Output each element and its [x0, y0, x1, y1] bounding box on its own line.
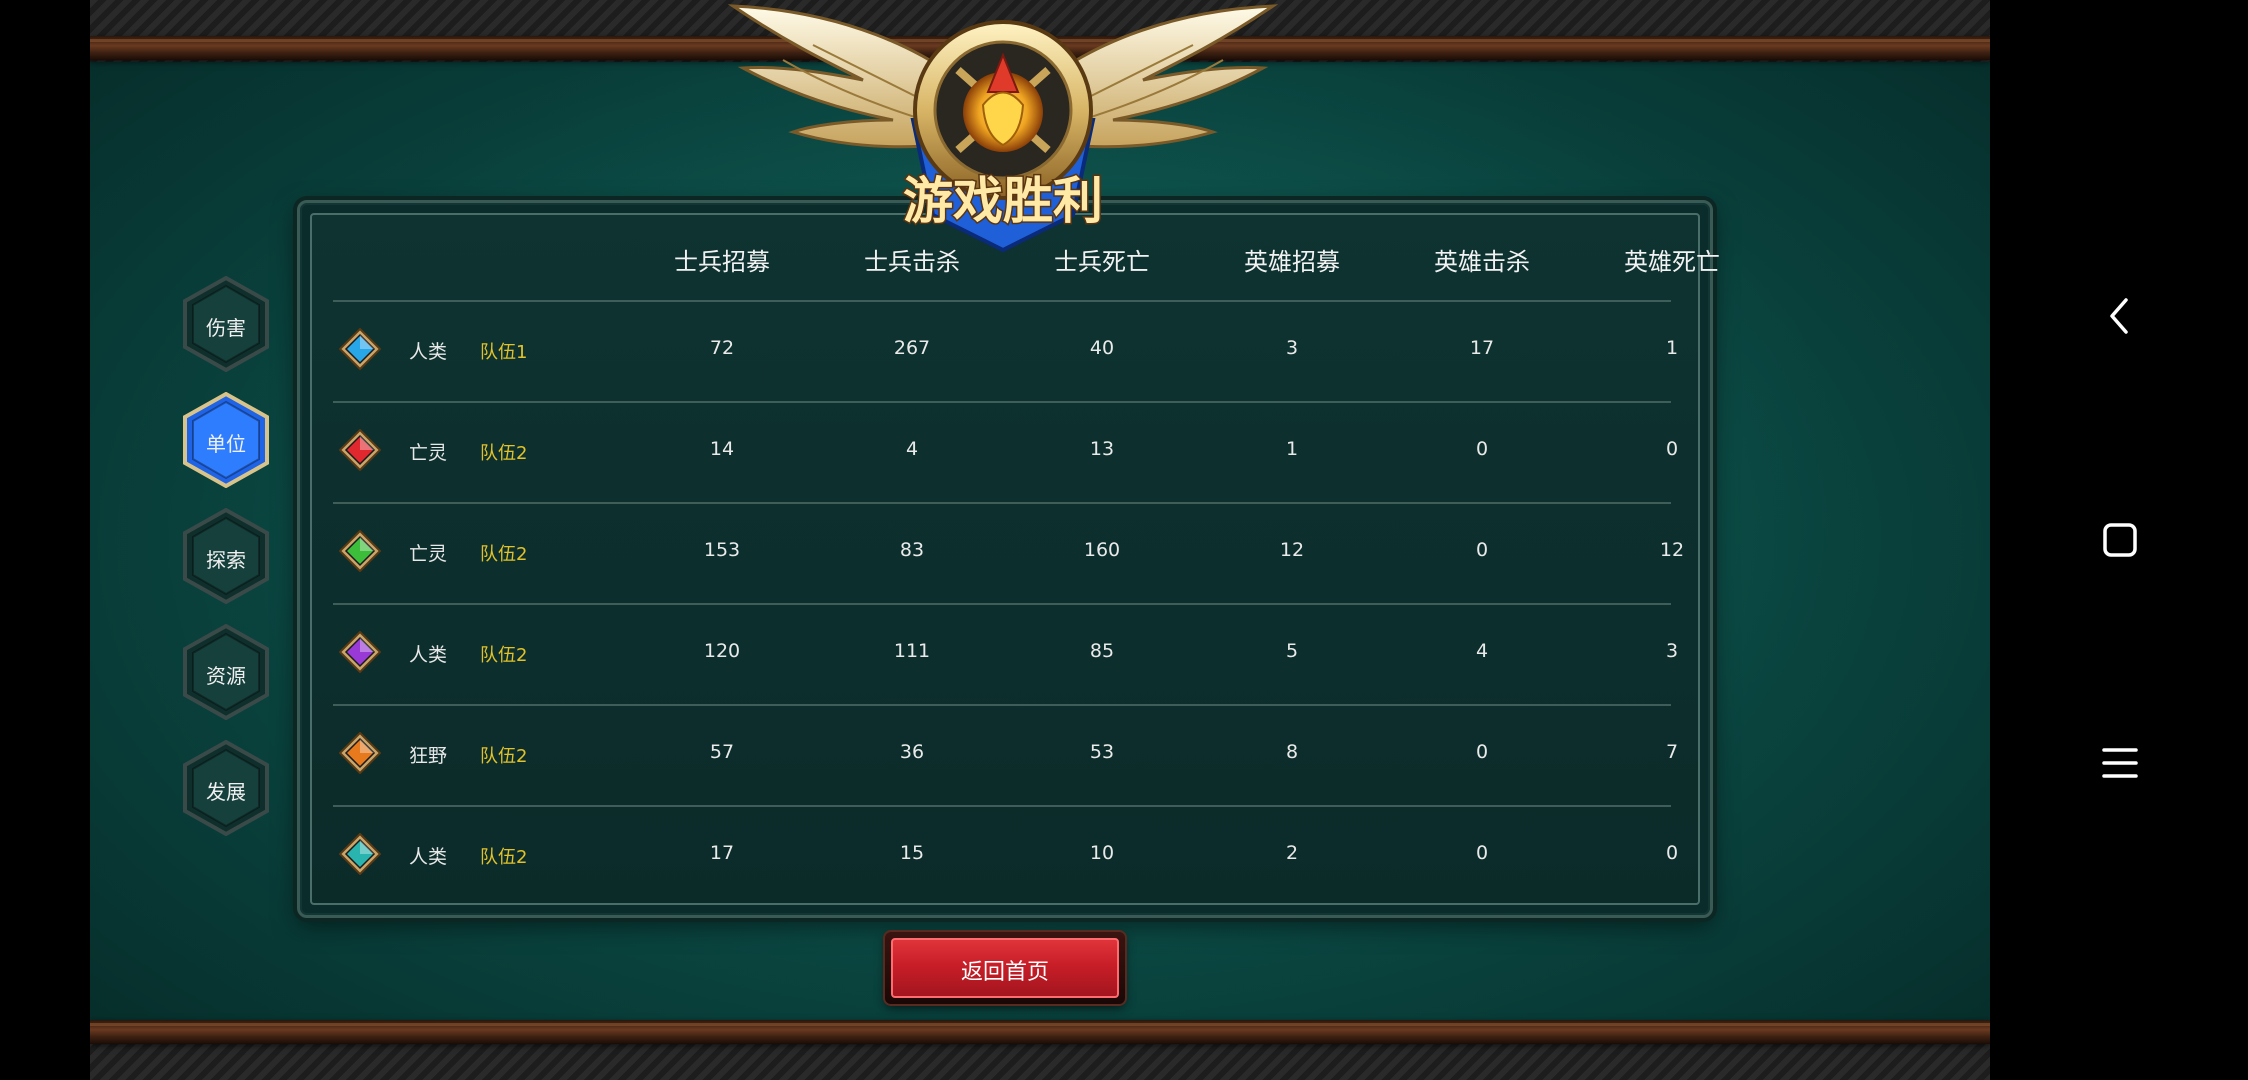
- table-cell: 0: [1475, 741, 1489, 763]
- table-cell: 40: [1089, 337, 1115, 359]
- row-divider: [333, 603, 1671, 605]
- table-cell: 72: [709, 337, 735, 359]
- table-cell: 14: [709, 438, 735, 460]
- table-cell: 17: [709, 842, 735, 864]
- tab-label: 资源: [206, 664, 246, 688]
- team-label: 队伍2: [480, 847, 528, 868]
- bottom-rail: [90, 1020, 1990, 1044]
- race-label: 亡灵: [409, 442, 448, 464]
- back-icon[interactable]: [2102, 296, 2138, 336]
- tab-label: 发展: [206, 780, 246, 804]
- tab-2[interactable]: 探索: [183, 508, 269, 604]
- table-cell: 7: [1665, 741, 1679, 763]
- home-icon[interactable]: [2102, 522, 2138, 558]
- table-cell: 3: [1665, 640, 1679, 662]
- race-label: 狂野: [409, 745, 448, 767]
- table-cell: 153: [703, 539, 741, 561]
- table-cell: 53: [1089, 741, 1115, 763]
- table-cell: 111: [893, 640, 931, 662]
- tab-4[interactable]: 发展: [183, 740, 269, 836]
- team-label: 队伍2: [480, 746, 528, 767]
- faction-gem-icon: [339, 631, 381, 673]
- return-home-button[interactable]: 返回首页: [885, 932, 1125, 1004]
- race-label: 亡灵: [409, 543, 448, 565]
- table-cell: 17: [1469, 337, 1495, 359]
- row-divider: [333, 502, 1671, 504]
- table-cell: 0: [1665, 438, 1679, 460]
- row-divider: [333, 300, 1671, 302]
- faction-gem-icon: [339, 429, 381, 471]
- team-label: 队伍1: [480, 342, 528, 363]
- row-divider: [333, 401, 1671, 403]
- table-cell: 12: [1279, 539, 1305, 561]
- table-cell: 8: [1285, 741, 1299, 763]
- tab-label: 单位: [206, 432, 246, 456]
- tab-1[interactable]: 单位: [183, 392, 269, 488]
- race-label: 人类: [409, 341, 448, 363]
- table-cell: 4: [1475, 640, 1489, 662]
- table-cell: 0: [1475, 842, 1489, 864]
- table-cell: 1: [1285, 438, 1299, 460]
- victory-title: 游戏胜利: [903, 172, 1103, 230]
- table-cell: 1: [1665, 337, 1679, 359]
- table-cell: 120: [703, 640, 741, 662]
- system-nav-bar: [1990, 0, 2248, 1080]
- team-label: 队伍2: [480, 645, 528, 666]
- victory-emblem: 游戏胜利: [727, 4, 1279, 253]
- table-cell: 4: [905, 438, 919, 460]
- faction-gem-icon: [339, 732, 381, 774]
- table-cell: 85: [1089, 640, 1115, 662]
- race-label: 人类: [409, 644, 448, 666]
- tab-0[interactable]: 伤害: [183, 276, 269, 372]
- table-cell: 0: [1475, 539, 1489, 561]
- column-header: 英雄击杀: [1434, 248, 1530, 276]
- menu-icon[interactable]: [2100, 746, 2140, 780]
- table-cell: 160: [1083, 539, 1121, 561]
- team-label: 队伍2: [480, 443, 528, 464]
- race-label: 人类: [409, 846, 448, 868]
- row-divider: [333, 805, 1671, 807]
- table-cell: 2: [1285, 842, 1299, 864]
- table-cell: 83: [899, 539, 925, 561]
- column-header: 英雄招募: [1244, 248, 1340, 276]
- table-cell: 5: [1285, 640, 1299, 662]
- table-cell: 3: [1285, 337, 1299, 359]
- column-header: 英雄死亡: [1624, 248, 1720, 276]
- column-header: 士兵击杀: [864, 248, 960, 276]
- faction-gem-icon: [339, 833, 381, 875]
- column-header: 士兵招募: [674, 248, 770, 276]
- row-divider: [333, 704, 1671, 706]
- tab-label: 伤害: [206, 316, 246, 340]
- tab-3[interactable]: 资源: [183, 624, 269, 720]
- column-header: 士兵死亡: [1054, 248, 1150, 276]
- table-cell: 0: [1475, 438, 1489, 460]
- table-cell: 57: [709, 741, 735, 763]
- faction-gem-icon: [339, 530, 381, 572]
- table-cell: 15: [899, 842, 925, 864]
- team-label: 队伍2: [480, 544, 528, 565]
- table-cell: 13: [1089, 438, 1115, 460]
- table-cell: 12: [1659, 539, 1685, 561]
- table-cell: 10: [1089, 842, 1115, 864]
- table-cell: 267: [893, 337, 931, 359]
- return-home-label: 返回首页: [960, 960, 1049, 985]
- tab-label: 探索: [206, 548, 246, 572]
- table-cell: 0: [1665, 842, 1679, 864]
- table-cell: 36: [899, 741, 925, 763]
- faction-gem-icon: [339, 328, 381, 370]
